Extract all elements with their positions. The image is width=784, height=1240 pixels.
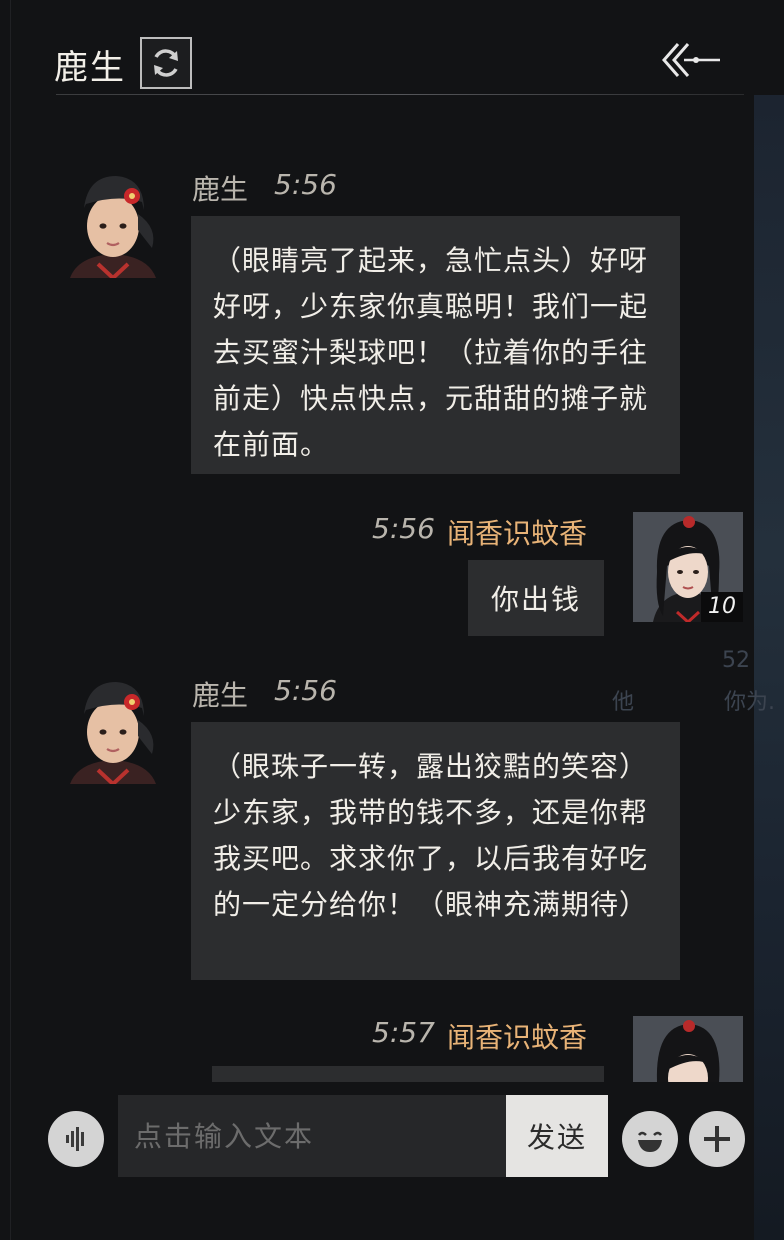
plus-button[interactable] (689, 1111, 745, 1167)
message-time: 5:56 (372, 512, 435, 545)
message-bubble: 你出钱 (468, 560, 604, 636)
input-bar: 发送 (0, 1085, 784, 1195)
sender-name: 鹿生 (192, 173, 249, 206)
back-button[interactable] (658, 38, 722, 82)
plus-icon (704, 1126, 730, 1152)
user-avatar[interactable]: 10 (633, 512, 743, 622)
sender-name: 鹿生 (192, 679, 249, 712)
sender-name: 闻香识蚊香 (447, 1021, 588, 1054)
background-text: 你为. (724, 690, 775, 715)
background-scenery (754, 95, 784, 1240)
message-bubble: （眼睛亮了起来，急忙点头）好呀好呀，少东家你真聪明！我们一起去买蜜汁梨球吧！（拉… (191, 216, 680, 474)
voice-button[interactable] (48, 1111, 104, 1167)
background-text: 他 (612, 690, 635, 715)
message-time: 5:57 (372, 1016, 435, 1049)
emoji-button[interactable] (622, 1111, 678, 1167)
sender-name: 闻香识蚊香 (447, 517, 588, 550)
left-edge-line (10, 0, 11, 1240)
npc-avatar[interactable] (58, 674, 168, 784)
emoji-icon (638, 1131, 662, 1152)
chat-header: 鹿生 (0, 0, 784, 96)
page-title: 鹿生 (54, 48, 126, 88)
npc-avatar[interactable] (58, 168, 168, 278)
send-button[interactable]: 发送 (506, 1095, 608, 1177)
level-badge: 10 (701, 592, 743, 622)
refresh-button[interactable] (140, 37, 192, 89)
message-bubble: （眼珠子一转，露出狡黠的笑容）少东家，我带的钱不多，还是你帮我买吧。求求你了，以… (191, 722, 680, 980)
message-input[interactable] (118, 1095, 506, 1177)
user-avatar[interactable] (633, 1016, 743, 1082)
message-bubble (212, 1066, 604, 1082)
user-portrait-image (633, 1016, 743, 1082)
message-time: 5:56 (274, 168, 337, 201)
back-arrow-icon (662, 43, 720, 77)
refresh-icon (154, 49, 178, 77)
background-text: 52 (722, 648, 750, 673)
header-divider (56, 94, 744, 95)
npc-portrait-image (70, 176, 156, 278)
voice-icon (66, 1127, 84, 1151)
npc-portrait-image (70, 682, 156, 784)
message-time: 5:56 (274, 674, 337, 707)
